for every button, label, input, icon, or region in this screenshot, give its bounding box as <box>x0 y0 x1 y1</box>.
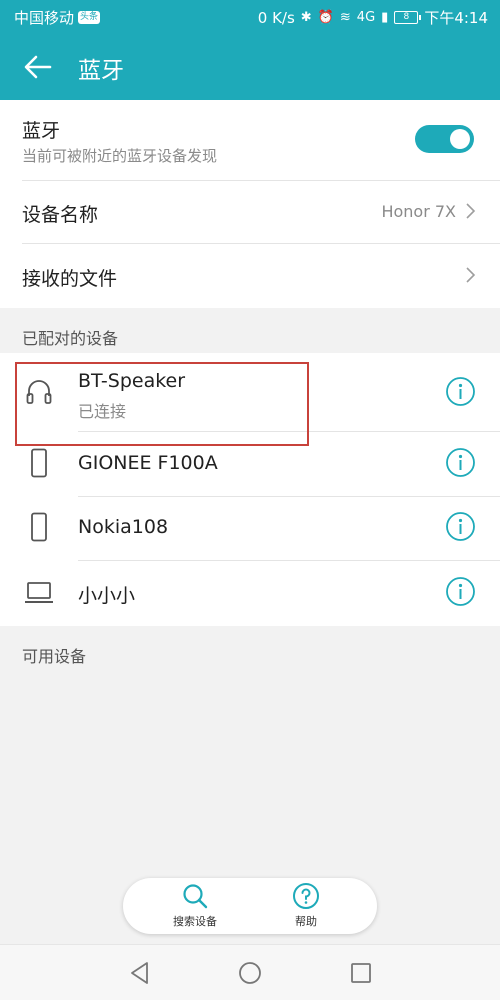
search-devices-label: 搜索设备 <box>173 915 217 928</box>
search-icon <box>183 884 208 909</box>
bottom-action-bar: 搜索设备 帮助 <box>123 878 377 934</box>
page-title: 蓝牙 <box>78 58 124 84</box>
info-icon[interactable] <box>445 576 476 607</box>
chevron-right-icon <box>466 267 476 283</box>
info-icon[interactable] <box>445 376 476 407</box>
wifi-icon: ≋ <box>339 10 351 25</box>
carrier-badge: 头条 <box>78 11 101 24</box>
paired-devices-header: 已配对的设备 <box>22 329 119 348</box>
bluetooth-label: 蓝牙 <box>22 120 61 142</box>
received-files-label: 接收的文件 <box>22 268 118 290</box>
device-name: 小小小 <box>78 585 136 607</box>
help-label: 帮助 <box>295 915 317 928</box>
help-button[interactable]: 帮助 <box>266 882 346 929</box>
toggle-knob <box>450 129 470 149</box>
nav-recents-icon[interactable] <box>348 960 374 986</box>
app-bar: 蓝牙 <box>0 34 500 100</box>
laptop-icon <box>25 582 53 603</box>
phone-icon <box>31 512 47 542</box>
bluetooth-toggle[interactable] <box>415 125 474 153</box>
nav-back-icon[interactable] <box>127 960 153 986</box>
bluetooth-description: 当前可被附近的蓝牙设备发现 <box>22 147 218 165</box>
search-devices-button[interactable]: 搜索设备 <box>155 882 235 929</box>
nav-home-icon[interactable] <box>237 960 263 986</box>
phone-icon <box>31 448 47 478</box>
network-speed: 0 K/s <box>257 8 295 27</box>
battery-icon: 8 <box>394 11 422 24</box>
divider <box>22 243 500 244</box>
info-icon[interactable] <box>445 447 476 478</box>
navigation-bar <box>0 944 500 1000</box>
status-bar: 中国移动 头条 0 K/s ✱ ⏰ ≋ 4G ▮ 8 下午4:14 <box>0 0 500 34</box>
signal-icon: ▮ <box>381 10 389 25</box>
clock: 下午4:14 <box>424 9 488 27</box>
info-icon[interactable] <box>445 511 476 542</box>
device-name: GIONEE F100A <box>78 452 218 474</box>
network-type: 4G <box>356 10 376 25</box>
help-icon <box>293 883 319 909</box>
device-name-label: 设备名称 <box>22 204 99 226</box>
available-devices-header: 可用设备 <box>22 647 87 666</box>
bluetooth-status-icon: ✱ <box>300 10 312 25</box>
divider <box>78 560 500 561</box>
device-name: Nokia108 <box>78 516 169 538</box>
device-name-value: Honor 7X <box>381 202 456 221</box>
alarm-icon: ⏰ <box>317 10 334 25</box>
divider <box>78 496 500 497</box>
chevron-right-icon <box>466 203 476 219</box>
back-arrow-icon[interactable] <box>22 52 54 82</box>
carrier-name: 中国移动 <box>14 9 75 27</box>
highlight-box <box>15 362 309 446</box>
divider <box>22 180 500 181</box>
